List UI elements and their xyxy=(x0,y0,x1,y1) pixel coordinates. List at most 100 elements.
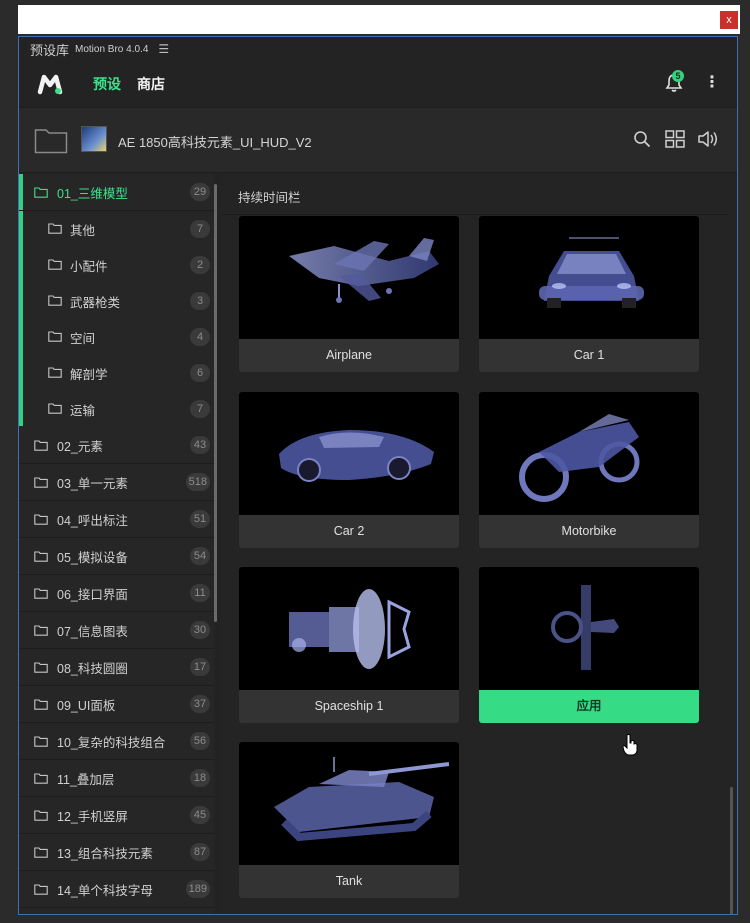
folder-icon xyxy=(34,699,48,710)
sidebar-item-label: 01_三维模型 xyxy=(57,186,128,201)
app-version: Motion Bro 4.0.4 xyxy=(75,43,149,55)
motorbike-icon xyxy=(519,414,640,502)
folder-icon xyxy=(48,331,62,342)
folder-icon xyxy=(34,477,48,488)
sidebar-item-count: 54 xyxy=(190,547,210,565)
sidebar-item-count: 17 xyxy=(190,658,210,676)
sidebar-item[interactable]: 解剖学 6 xyxy=(19,355,214,391)
spaceship-icon xyxy=(289,589,411,669)
sidebar-item-label: 武器枪类 xyxy=(70,295,121,310)
sidebar-item-label: 08_科技圆圈 xyxy=(57,661,128,676)
card-caption: Spaceship 1 xyxy=(314,699,384,713)
sidebar-item-label: 其他 xyxy=(70,223,96,238)
more-options-icon[interactable]: ⋮ xyxy=(704,74,720,92)
tab-presets[interactable]: 预设 xyxy=(93,74,121,94)
sidebar-item-label: 10_复杂的科技组合 xyxy=(57,735,166,750)
sidebar-item[interactable]: 05_模拟设备 54 xyxy=(19,538,214,575)
section-divider xyxy=(222,214,729,215)
sidebar-item[interactable]: 14_单个科技字母 189 xyxy=(19,871,214,908)
sidebar-item-count: 6 xyxy=(190,364,210,382)
motorbike-thumbnail xyxy=(479,392,699,515)
sidebar-item[interactable]: 08_科技圆圈 17 xyxy=(19,649,214,686)
folder-icon xyxy=(34,736,48,747)
apply-button[interactable]: 应用 xyxy=(479,690,699,723)
grid-view-icon[interactable] xyxy=(665,130,685,148)
sidebar-item-label: 14_单个科技字母 xyxy=(57,883,153,898)
sidebar-item-count: 30 xyxy=(190,621,210,639)
sidebar-item[interactable]: 07_信息图表 30 xyxy=(19,612,214,649)
sidebar-item[interactable]: 其他 7 xyxy=(19,211,214,247)
sidebar-item-label: 02_元素 xyxy=(57,439,103,454)
preset-panel: 预设库 Motion Bro 4.0.4 ☰ 预设 商店 5 ⋮ AE 1850… xyxy=(18,36,738,915)
preset-card-spaceship-1[interactable]: Spaceship 1 xyxy=(239,567,459,723)
sidebar-item-label: 09_UI面板 xyxy=(57,698,116,713)
hamburger-icon[interactable]: ☰ xyxy=(158,42,169,56)
sidebar-item[interactable]: 03_单一元素 518 xyxy=(19,464,214,501)
sidebar-item-label: 解剖学 xyxy=(70,367,108,382)
folder-icon xyxy=(34,514,48,525)
preset-card-car-2[interactable]: Car 2 xyxy=(239,392,459,548)
folder-icon xyxy=(48,403,62,414)
search-icon[interactable] xyxy=(633,130,651,148)
sidebar-item-label: 13_组合科技元素 xyxy=(57,846,153,861)
preset-card-motorbike[interactable]: Motorbike xyxy=(479,392,699,548)
folder-icon xyxy=(34,847,48,858)
sidebar-item-count: 29 xyxy=(190,183,210,201)
panel-title: 预设库 xyxy=(30,42,70,58)
sidebar-item[interactable]: 01_三维模型 29 xyxy=(19,174,214,211)
sidebar-item[interactable]: 06_接口界面 11 xyxy=(19,575,214,612)
sidebar-item-count: 518 xyxy=(185,473,210,491)
sidebar-item[interactable]: 空间 4 xyxy=(19,319,214,355)
preset-card-satellite[interactable]: 应用 xyxy=(479,567,699,723)
satellite-icon xyxy=(551,585,619,670)
folder-icon xyxy=(34,551,48,562)
sidebar-item[interactable]: 运输 7 xyxy=(19,391,214,427)
sidebar-item-count: 11 xyxy=(190,584,210,602)
folder-icon xyxy=(34,884,48,895)
tank-icon xyxy=(274,757,450,842)
sidebar-item-label: 12_手机竖屏 xyxy=(57,809,128,824)
sidebar-item[interactable]: 10_复杂的科技组合 56 xyxy=(19,723,214,760)
sidebar-item[interactable]: 13_组合科技元素 87 xyxy=(19,834,214,871)
sidebar-item[interactable]: 12_手机竖屏 45 xyxy=(19,797,214,834)
project-name: AE 1850高科技元素_UI_HUD_V2 xyxy=(118,135,312,150)
preset-card-car-1[interactable]: Car 1 xyxy=(479,216,699,372)
host-window-bar: x xyxy=(18,5,740,34)
sidebar-item[interactable]: 09_UI面板 37 xyxy=(19,686,214,723)
car-1-thumbnail xyxy=(479,216,699,339)
sidebar-item[interactable]: 11_叠加层 18 xyxy=(19,760,214,797)
sidebar-item-count: 189 xyxy=(185,880,210,898)
card-caption: Car 2 xyxy=(333,524,365,538)
sidebar-item-count: 43 xyxy=(190,436,210,454)
sidebar-item[interactable]: 武器枪类 3 xyxy=(19,283,214,319)
airplane-thumbnail xyxy=(239,216,459,339)
preset-card-airplane[interactable]: Airplane xyxy=(239,216,459,372)
sidebar-item-count: 37 xyxy=(190,695,210,713)
sidebar-scrollbar[interactable] xyxy=(214,184,217,622)
tab-store[interactable]: 商店 xyxy=(137,74,165,94)
top-nav: 预设 商店 5 ⋮ xyxy=(19,61,737,107)
sports-car-icon xyxy=(279,430,434,482)
folder-icon xyxy=(34,662,48,673)
folder-icon xyxy=(34,810,48,821)
sound-icon[interactable] xyxy=(697,129,719,149)
sidebar-item[interactable]: 小配件 2 xyxy=(19,247,214,283)
card-caption: Motorbike xyxy=(561,524,617,538)
preset-card-tank[interactable]: Tank xyxy=(239,742,459,898)
spaceship-1-thumbnail xyxy=(239,567,459,690)
sidebar-item[interactable]: 04_呼出标注 51 xyxy=(19,501,214,538)
folder-icon[interactable] xyxy=(34,126,68,154)
sidebar-item-label: 11_叠加层 xyxy=(57,772,115,787)
car-2-thumbnail xyxy=(239,392,459,515)
folder-icon xyxy=(48,259,62,270)
motion-bro-logo-icon xyxy=(37,74,63,95)
satellite-thumbnail xyxy=(479,567,699,690)
close-button[interactable]: x xyxy=(720,11,738,29)
folder-icon xyxy=(34,440,48,451)
sidebar-item-count: 7 xyxy=(190,220,210,238)
folder-icon xyxy=(34,588,48,599)
sidebar-item[interactable]: 02_元素 43 xyxy=(19,427,214,464)
grid-scrollbar[interactable] xyxy=(730,787,733,914)
sidebar-item-count: 3 xyxy=(190,292,210,310)
sidebar-item-label: 03_单一元素 xyxy=(57,476,128,491)
